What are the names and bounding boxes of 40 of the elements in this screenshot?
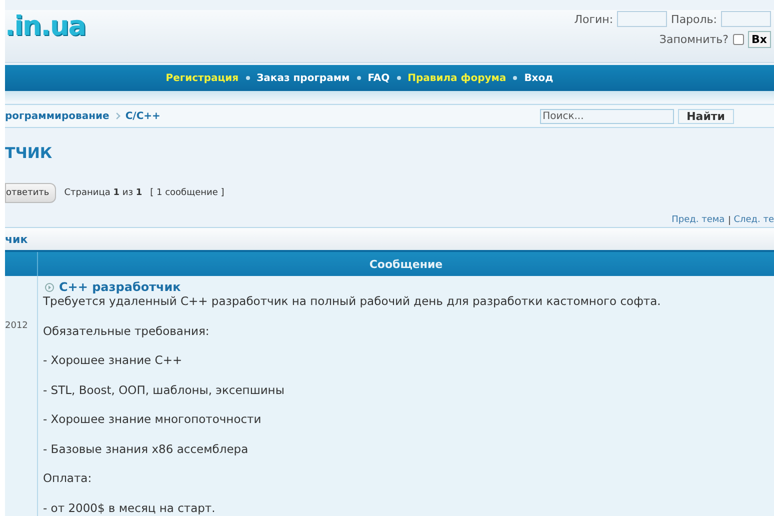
breadcrumb-link[interactable]: C/C++ [125, 110, 160, 122]
post-text: Обязательные требования: [43, 324, 210, 338]
password-field[interactable] [721, 11, 771, 27]
remember-checkbox[interactable] [732, 34, 744, 45]
login-field[interactable] [617, 11, 668, 27]
topic-header-title[interactable]: чик [5, 232, 28, 246]
post-text: - Хорошее знание многопоточности [43, 412, 262, 427]
search-button[interactable]: Найти [678, 108, 734, 124]
separator-icon [356, 76, 361, 80]
post-count: [ 1 сообщение ] [150, 188, 224, 198]
password-label: Пароль: [671, 12, 717, 26]
breadcrumb-link[interactable]: рограммирование [5, 110, 110, 122]
nav-link[interactable]: Заказ программ [256, 72, 350, 84]
separator-icon [396, 76, 401, 80]
login-label: Логин: [574, 12, 614, 26]
table-header-cell-text: Сообщение [368, 256, 444, 272]
post-text: Оплата: [43, 471, 93, 486]
reply-button[interactable]: ответить [5, 183, 56, 203]
separator-icon [513, 76, 518, 80]
post-text: - STL, Boost, ООП, шаблоны, эксепшины [43, 382, 286, 398]
nav-link[interactable]: Регистрация [166, 72, 239, 84]
topic-nav-link[interactable]: След. те [734, 215, 774, 225]
post-text: - Хорошее знание C++ [43, 353, 184, 368]
topic-title[interactable]: ТЧИК [5, 144, 774, 166]
separator-icon [728, 216, 730, 224]
nav-link[interactable]: Правила форума [408, 72, 506, 84]
post-title[interactable]: C++ разработчик [59, 280, 181, 294]
post-date: 2012 [5, 321, 28, 331]
post-icon [45, 282, 54, 292]
search-field[interactable]: Поиск... [540, 108, 674, 124]
separator-icon [246, 76, 250, 80]
login-button[interactable]: Вх [748, 31, 771, 48]
post-text: Требуется удаленный C++ разработчик на полный рабочий день для разработки кастомного софта. [43, 294, 662, 309]
post-text: - Базовые знания x86 ассемблера [43, 442, 250, 456]
post-text: - от 2000$ в месяц на старт. [43, 500, 216, 516]
nav-link[interactable]: Вход [524, 72, 554, 84]
nav-link[interactable]: FAQ [368, 72, 390, 84]
remember-label: Запомнить? [659, 33, 729, 46]
topic-nav-link[interactable]: Пред. тема [672, 215, 725, 225]
pagination-text: Страница 1 из 1 [64, 188, 142, 198]
